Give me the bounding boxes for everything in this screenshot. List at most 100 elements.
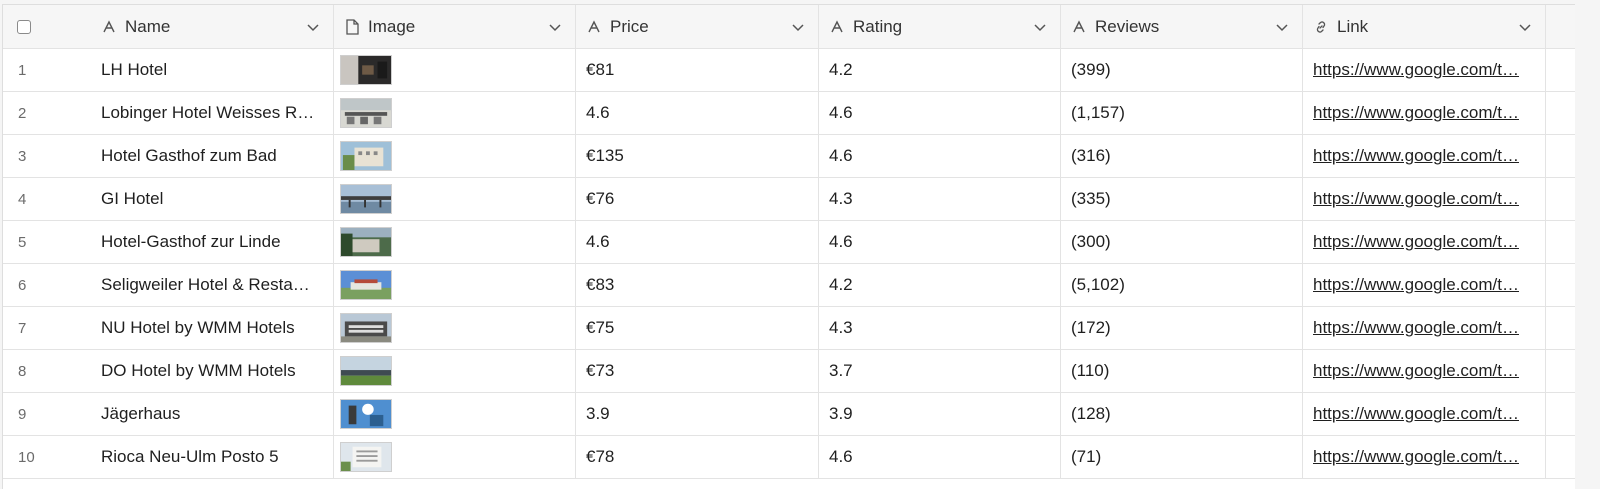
price-cell[interactable]: €76 [576, 178, 819, 220]
table-row[interactable]: 5 Hotel-Gasthof zur Linde 4.6 4.6 (300) … [3, 221, 1575, 264]
price-cell[interactable]: €135 [576, 135, 819, 177]
name-cell[interactable]: NU Hotel by WMM Hotels [91, 307, 334, 349]
chevron-down-icon[interactable] [305, 19, 321, 35]
rating-cell[interactable]: 4.2 [819, 264, 1061, 306]
reviews-cell[interactable]: (335) [1061, 178, 1303, 220]
hotel-link[interactable]: https://www.google.com/t… [1313, 146, 1519, 166]
rating-cell[interactable]: 4.6 [819, 135, 1061, 177]
price-cell[interactable]: €81 [576, 49, 819, 91]
name-cell[interactable]: Seligweiler Hotel & Resta… [91, 264, 334, 306]
name-cell[interactable]: Rioca Neu-Ulm Posto 5 [91, 436, 334, 478]
rating-cell[interactable]: 4.2 [819, 49, 1061, 91]
name-cell[interactable]: DO Hotel by WMM Hotels [91, 350, 334, 392]
image-cell[interactable] [334, 264, 576, 306]
chevron-down-icon[interactable] [790, 19, 806, 35]
hotel-thumbnail[interactable] [340, 356, 392, 386]
reviews-cell[interactable]: (172) [1061, 307, 1303, 349]
image-cell[interactable] [334, 436, 576, 478]
rating-cell[interactable]: 4.3 [819, 178, 1061, 220]
hotel-link[interactable]: https://www.google.com/t… [1313, 189, 1519, 209]
rating-cell[interactable]: 3.7 [819, 350, 1061, 392]
name-cell[interactable]: Hotel-Gasthof zur Linde [91, 221, 334, 263]
chevron-down-icon[interactable] [1517, 19, 1533, 35]
reviews-cell[interactable]: (399) [1061, 49, 1303, 91]
table-row[interactable]: 10 Rioca Neu-Ulm Posto 5 €78 4.6 (71) ht… [3, 436, 1575, 479]
price-cell[interactable]: €73 [576, 350, 819, 392]
reviews-cell[interactable]: (71) [1061, 436, 1303, 478]
hotel-thumbnail[interactable] [340, 442, 392, 472]
column-header-price[interactable]: Price [576, 5, 819, 48]
rating-cell[interactable]: 3.9 [819, 393, 1061, 435]
hotel-link[interactable]: https://www.google.com/t… [1313, 318, 1519, 338]
table-row[interactable]: 1 LH Hotel €81 4.2 (399) https://www.goo… [3, 49, 1575, 92]
rating-cell[interactable]: 4.6 [819, 221, 1061, 263]
rating-cell[interactable]: 4.6 [819, 436, 1061, 478]
link-cell[interactable]: https://www.google.com/t… [1303, 307, 1546, 349]
table-row[interactable]: 6 Seligweiler Hotel & Resta… €83 4.2 (5,… [3, 264, 1575, 307]
link-cell[interactable]: https://www.google.com/t… [1303, 393, 1546, 435]
chevron-down-icon[interactable] [1032, 19, 1048, 35]
table-row[interactable]: 2 Lobinger Hotel Weisses R… 4.6 4.6 (1,1… [3, 92, 1575, 135]
image-cell[interactable] [334, 307, 576, 349]
hotel-link[interactable]: https://www.google.com/t… [1313, 275, 1519, 295]
hotel-thumbnail[interactable] [340, 270, 392, 300]
image-cell[interactable] [334, 221, 576, 263]
hotel-thumbnail[interactable] [340, 184, 392, 214]
price-cell[interactable]: €78 [576, 436, 819, 478]
hotel-thumbnail[interactable] [340, 399, 392, 429]
image-cell[interactable] [334, 92, 576, 134]
price-cell[interactable]: €83 [576, 264, 819, 306]
hotel-link[interactable]: https://www.google.com/t… [1313, 232, 1519, 252]
name-cell[interactable]: Lobinger Hotel Weisses R… [91, 92, 334, 134]
name-cell[interactable]: Jägerhaus [91, 393, 334, 435]
link-cell[interactable]: https://www.google.com/t… [1303, 178, 1546, 220]
column-header-name[interactable]: Name [91, 5, 334, 48]
price-cell[interactable]: 4.6 [576, 92, 819, 134]
hotel-link[interactable]: https://www.google.com/t… [1313, 103, 1519, 123]
table-row[interactable]: 7 NU Hotel by WMM Hotels €75 4.3 (172) h… [3, 307, 1575, 350]
column-header-image[interactable]: Image [334, 5, 576, 48]
chevron-down-icon[interactable] [1274, 19, 1290, 35]
column-header-link[interactable]: Link [1303, 5, 1546, 48]
price-cell[interactable]: 3.9 [576, 393, 819, 435]
link-cell[interactable]: https://www.google.com/t… [1303, 92, 1546, 134]
link-cell[interactable]: https://www.google.com/t… [1303, 264, 1546, 306]
reviews-cell[interactable]: (300) [1061, 221, 1303, 263]
link-cell[interactable]: https://www.google.com/t… [1303, 49, 1546, 91]
link-cell[interactable]: https://www.google.com/t… [1303, 221, 1546, 263]
name-cell[interactable]: Hotel Gasthof zum Bad [91, 135, 334, 177]
column-header-rating[interactable]: Rating [819, 5, 1061, 48]
link-cell[interactable]: https://www.google.com/t… [1303, 436, 1546, 478]
table-row[interactable]: 3 Hotel Gasthof zum Bad €135 4.6 (316) h… [3, 135, 1575, 178]
rating-cell[interactable]: 4.3 [819, 307, 1061, 349]
hotel-thumbnail[interactable] [340, 98, 392, 128]
link-cell[interactable]: https://www.google.com/t… [1303, 350, 1546, 392]
hotel-thumbnail[interactable] [340, 141, 392, 171]
reviews-cell[interactable]: (316) [1061, 135, 1303, 177]
rating-cell[interactable]: 4.6 [819, 92, 1061, 134]
price-cell[interactable]: €75 [576, 307, 819, 349]
select-all-checkbox[interactable] [17, 19, 31, 34]
image-cell[interactable] [334, 49, 576, 91]
link-cell[interactable]: https://www.google.com/t… [1303, 135, 1546, 177]
image-cell[interactable] [334, 135, 576, 177]
reviews-cell[interactable]: (110) [1061, 350, 1303, 392]
hotel-link[interactable]: https://www.google.com/t… [1313, 404, 1519, 424]
reviews-cell[interactable]: (5,102) [1061, 264, 1303, 306]
image-cell[interactable] [334, 178, 576, 220]
table-row[interactable]: 9 Jägerhaus 3.9 3.9 (128) https://www.go… [3, 393, 1575, 436]
hotel-link[interactable]: https://www.google.com/t… [1313, 60, 1519, 80]
column-header-reviews[interactable]: Reviews [1061, 5, 1303, 48]
hotel-link[interactable]: https://www.google.com/t… [1313, 361, 1519, 381]
reviews-cell[interactable]: (1,157) [1061, 92, 1303, 134]
hotel-thumbnail[interactable] [340, 313, 392, 343]
hotel-thumbnail[interactable] [340, 227, 392, 257]
hotel-link[interactable]: https://www.google.com/t… [1313, 447, 1519, 467]
table-row[interactable]: 8 DO Hotel by WMM Hotels €73 3.7 (110) h… [3, 350, 1575, 393]
name-cell[interactable]: GI Hotel [91, 178, 334, 220]
hotel-thumbnail[interactable] [340, 55, 392, 85]
image-cell[interactable] [334, 393, 576, 435]
name-cell[interactable]: LH Hotel [91, 49, 334, 91]
chevron-down-icon[interactable] [547, 19, 563, 35]
image-cell[interactable] [334, 350, 576, 392]
